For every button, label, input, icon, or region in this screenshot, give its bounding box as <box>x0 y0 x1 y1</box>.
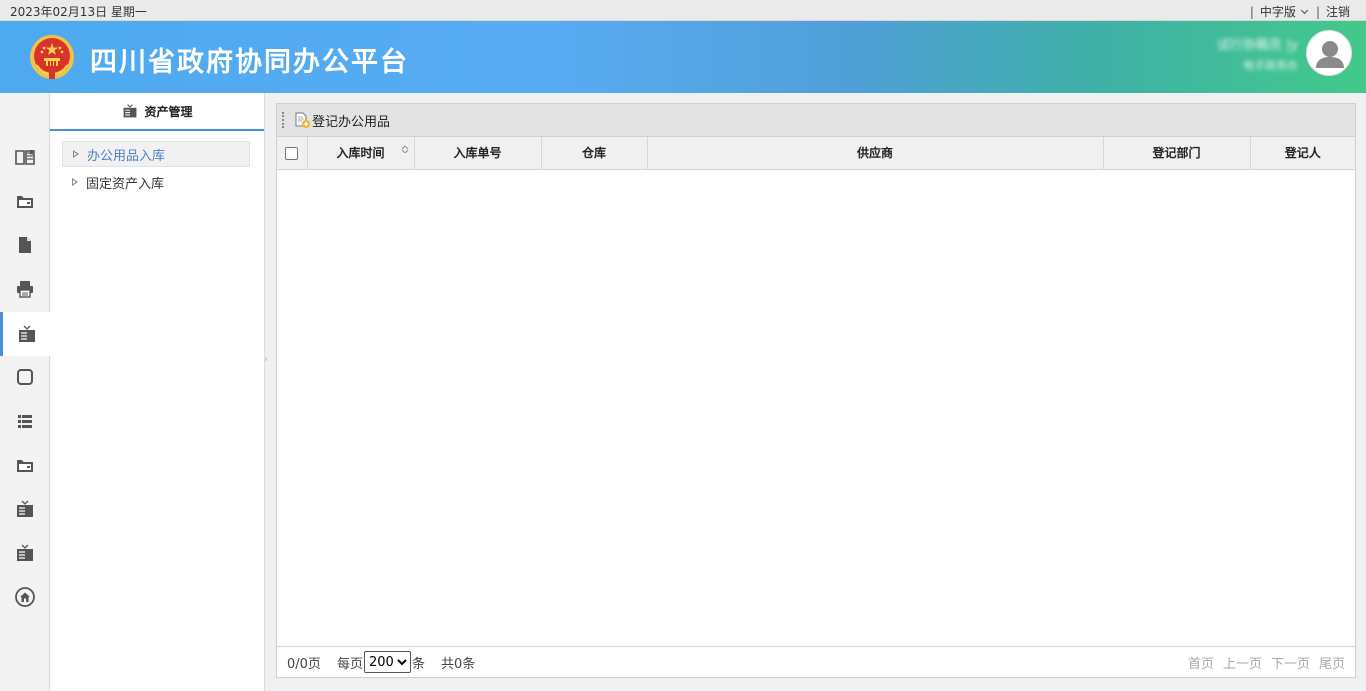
column-header-warehouse[interactable]: 仓库 <box>541 137 648 170</box>
column-header-registrant[interactable]: 登记人 <box>1250 137 1355 170</box>
header-banner: 四川省政府协同办公平台 试行协稿员 |y 电子政务办 <box>0 21 1366 93</box>
pagination-bar: 0/0页 每页 200 条 共0条 首页 上一页 下一页 尾页 <box>277 646 1355 677</box>
asset-icon <box>19 325 35 342</box>
user-name: 试行协稿员 |y <box>1216 38 1298 53</box>
register-office-supplies-button[interactable]: 登记办公用品 <box>293 111 390 130</box>
inbound-table: 入库时间 入库单号 仓库 供应商 登记部门 登记人 <box>277 137 1355 170</box>
column-label: 入库单号 <box>453 146 502 161</box>
add-document-icon <box>295 112 310 128</box>
top-right-links: | 中字版 | 注销 <box>1244 3 1350 20</box>
user-avatar-icon <box>1316 41 1344 68</box>
subnav-list: 办公用品入库 固定资产入库 <box>50 131 264 195</box>
column-label: 供应商 <box>856 146 893 161</box>
per-page-select[interactable]: 200 <box>363 651 411 673</box>
rail-item-archive[interactable] <box>0 179 50 223</box>
column-label: 仓库 <box>581 146 606 161</box>
user-department: 电子政务办 <box>1243 59 1298 72</box>
document-icon <box>19 237 31 253</box>
column-header-supplier[interactable]: 供应商 <box>647 137 1104 170</box>
expand-arrow-icon <box>72 178 78 186</box>
rail-item-list[interactable] <box>0 399 50 443</box>
avatar[interactable] <box>1306 30 1352 76</box>
asset-management-panel: 资产管理 办公用品入库 固定资产入库 <box>50 93 265 691</box>
rail-item-assets[interactable] <box>0 312 51 356</box>
panel-title: 资产管理 <box>144 104 193 119</box>
per-page-prefix: 每页 <box>336 656 363 672</box>
pagination-links: 首页 上一页 下一页 尾页 <box>1179 653 1355 672</box>
printer-icon <box>17 281 33 298</box>
top-status-bar: 2023年02月13日 星期一 | 中字版 | 注销 <box>0 0 1366 21</box>
national-emblem-icon <box>30 35 74 79</box>
column-label: 登记人 <box>1284 146 1321 161</box>
home-icon <box>15 587 35 607</box>
select-all-checkbox[interactable] <box>285 146 299 160</box>
rail-item-book[interactable] <box>0 135 50 179</box>
archive-icon <box>17 196 33 208</box>
subnav-item-label: 办公用品入库 <box>87 148 166 164</box>
column-header-inbound-number[interactable]: 入库单号 <box>414 137 542 170</box>
archive-icon <box>17 460 33 472</box>
prev-page-link[interactable]: 上一页 <box>1223 653 1262 672</box>
column-header-inbound-time[interactable]: 入库时间 <box>307 137 415 170</box>
sort-icon <box>401 145 408 153</box>
square-icon <box>17 369 33 385</box>
asset-icon <box>17 544 33 561</box>
panel-collapse-handle[interactable]: › <box>264 354 269 365</box>
toolbar: 登记办公用品 <box>277 104 1355 137</box>
select-all-header <box>277 137 308 170</box>
rail-item-assets-3[interactable] <box>0 531 50 575</box>
table-body-empty <box>277 171 1355 647</box>
total-count: 共0条 <box>440 656 476 672</box>
current-date: 2023年02月13日 星期一 <box>10 5 147 19</box>
subnav-item-label: 固定资产入库 <box>86 176 165 192</box>
last-page-link[interactable]: 尾页 <box>1319 653 1345 672</box>
module-rail <box>0 93 51 691</box>
panel-header: 资产管理 <box>50 93 264 131</box>
subnav-item-office-supplies-inbound[interactable]: 办公用品入库 <box>62 141 250 167</box>
pagination-info: 0/0页 每页 200 条 共0条 <box>277 651 475 673</box>
separator: | <box>1249 4 1254 19</box>
expand-arrow-icon <box>73 150 79 158</box>
column-label: 登记部门 <box>1152 146 1201 161</box>
separator: | <box>1315 4 1320 19</box>
list-icon <box>18 415 32 428</box>
main-content: 登记办公用品 入库时间 入库单号 仓库 供应商 登记部门 登记人 0/0页 每页… <box>276 103 1356 678</box>
next-page-link[interactable]: 下一页 <box>1271 653 1310 672</box>
register-button-label: 登记办公用品 <box>312 114 391 130</box>
subnav-item-fixed-assets-inbound[interactable]: 固定资产入库 <box>62 169 250 195</box>
rail-item-assets-2[interactable] <box>0 487 50 531</box>
page-info: 0/0页 <box>287 656 321 672</box>
language-label: 中字版 <box>1259 5 1296 19</box>
rail-item-printer[interactable] <box>0 267 50 311</box>
platform-title: 四川省政府协同办公平台 <box>90 47 409 78</box>
column-label: 入库时间 <box>336 146 385 161</box>
per-page-suffix: 条 <box>411 656 425 672</box>
column-header-department[interactable]: 登记部门 <box>1103 137 1251 170</box>
language-switch[interactable]: 中字版 <box>1260 3 1310 20</box>
chevron-down-icon <box>1300 6 1308 14</box>
rail-item-home[interactable] <box>0 575 50 619</box>
rail-item-archive-2[interactable] <box>0 443 50 487</box>
table-header-row: 入库时间 入库单号 仓库 供应商 登记部门 登记人 <box>277 137 1355 170</box>
asset-icon <box>124 104 137 118</box>
user-info[interactable]: 试行协稿员 |y 电子政务办 <box>1217 34 1298 73</box>
rail-item-square[interactable] <box>0 355 50 399</box>
first-page-link[interactable]: 首页 <box>1188 653 1214 672</box>
toolbar-grip <box>282 112 285 128</box>
book-icon <box>15 150 35 165</box>
logout-link[interactable]: 注销 <box>1326 3 1350 20</box>
asset-icon <box>17 500 33 517</box>
rail-item-document[interactable] <box>0 223 50 267</box>
